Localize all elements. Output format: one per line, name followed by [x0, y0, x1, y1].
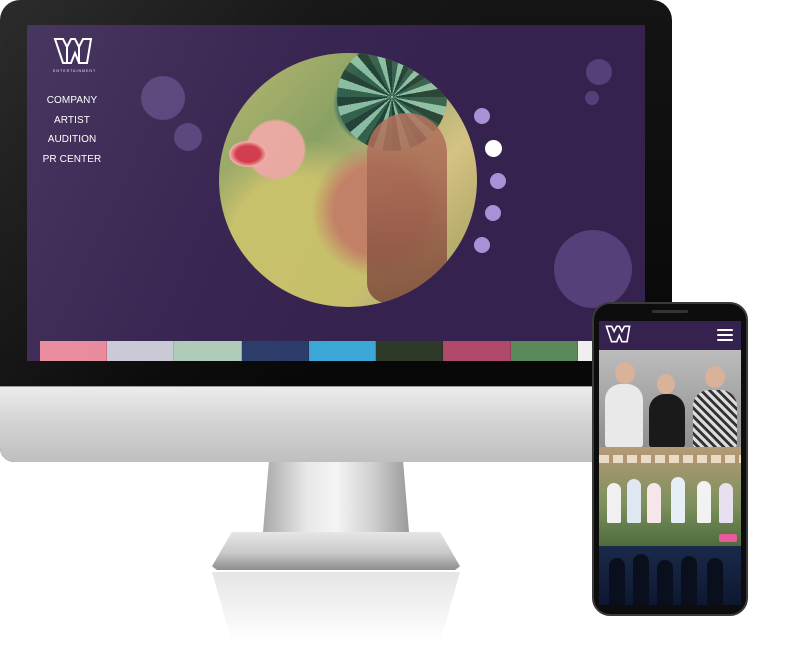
mobile-wm-logo[interactable]: ENTERTAINMENT	[605, 325, 634, 353]
logo-subtext: ENTERTAINMENT	[53, 69, 97, 73]
monitor-stand-base	[212, 532, 460, 570]
monitor-chin	[0, 386, 672, 462]
person-head	[615, 362, 635, 384]
person-head	[705, 366, 725, 388]
person-head	[657, 374, 675, 394]
slider-dot-1[interactable]	[474, 108, 490, 124]
desktop-website-screen: ENTERTAINMENT COMPANY ARTIST AUDITION PR…	[27, 25, 645, 361]
hero-video-circle[interactable]	[219, 53, 477, 307]
mobile-artist-photo-3[interactable]	[599, 546, 741, 605]
slider-dot-5[interactable]	[474, 237, 490, 253]
wm-logo-icon	[605, 325, 631, 343]
wm-logo[interactable]: ENTERTAINMENT	[53, 37, 97, 73]
hero-image-detail	[229, 141, 267, 167]
decor-bubble	[554, 230, 632, 308]
mobile-header: ENTERTAINMENT	[599, 321, 741, 353]
artist-thumbnail-6[interactable]	[376, 341, 444, 361]
artist-thumbnail-7[interactable]	[443, 341, 511, 361]
person-figure	[609, 558, 625, 605]
artist-thumbnail-1[interactable]	[40, 341, 108, 361]
nav-audition[interactable]: AUDITION	[41, 130, 103, 150]
artist-thumbnail-3[interactable]	[174, 341, 242, 361]
artist-thumbnail-4[interactable]	[241, 341, 309, 361]
smartphone: ENTERTAINMENT	[592, 302, 748, 616]
person-figure	[607, 483, 621, 523]
person-figure	[657, 560, 673, 605]
person-figure	[633, 554, 649, 605]
decor-bubble	[586, 59, 612, 85]
person-figure	[627, 479, 641, 523]
hero-image-detail	[367, 113, 447, 303]
album-sticker	[719, 534, 737, 542]
stand-reflection	[212, 572, 460, 642]
nav-company[interactable]: COMPANY	[41, 91, 103, 111]
monitor-stand-neck	[263, 462, 409, 532]
hamburger-menu-icon[interactable]	[717, 329, 733, 342]
nav-pr-center[interactable]: PR CENTER	[41, 150, 103, 170]
person-figure	[647, 483, 661, 523]
person-figure	[671, 477, 685, 523]
artist-thumbnail-5[interactable]	[308, 341, 377, 361]
artist-thumbnail-8[interactable]	[510, 341, 578, 361]
mobile-artist-photo-1[interactable]	[599, 350, 741, 447]
slider-dot-3[interactable]	[490, 173, 506, 189]
photo-backdrop	[599, 455, 741, 463]
person-figure	[693, 390, 737, 447]
person-figure	[719, 483, 733, 523]
slider-dot-4[interactable]	[485, 205, 501, 221]
slider-dot-2-active[interactable]	[485, 140, 502, 157]
person-figure	[649, 394, 685, 447]
wm-logo-icon	[53, 38, 93, 64]
decor-bubble	[585, 91, 599, 105]
decor-bubble	[141, 76, 185, 120]
person-figure	[681, 556, 697, 605]
mobile-website-screen: ENTERTAINMENT	[599, 321, 741, 605]
nav-artist[interactable]: ARTIST	[41, 111, 103, 131]
phone-speaker	[652, 310, 688, 313]
person-figure	[697, 481, 711, 523]
imac-monitor: ENTERTAINMENT COMPANY ARTIST AUDITION PR…	[0, 0, 672, 462]
person-figure	[605, 384, 643, 447]
person-figure	[707, 558, 723, 605]
decor-bubble	[174, 123, 202, 151]
mobile-artist-photo-2[interactable]	[599, 447, 741, 546]
artist-thumbnail-strip	[40, 341, 645, 361]
artist-thumbnail-2[interactable]	[107, 341, 175, 361]
main-nav: COMPANY ARTIST AUDITION PR CENTER	[41, 91, 103, 169]
